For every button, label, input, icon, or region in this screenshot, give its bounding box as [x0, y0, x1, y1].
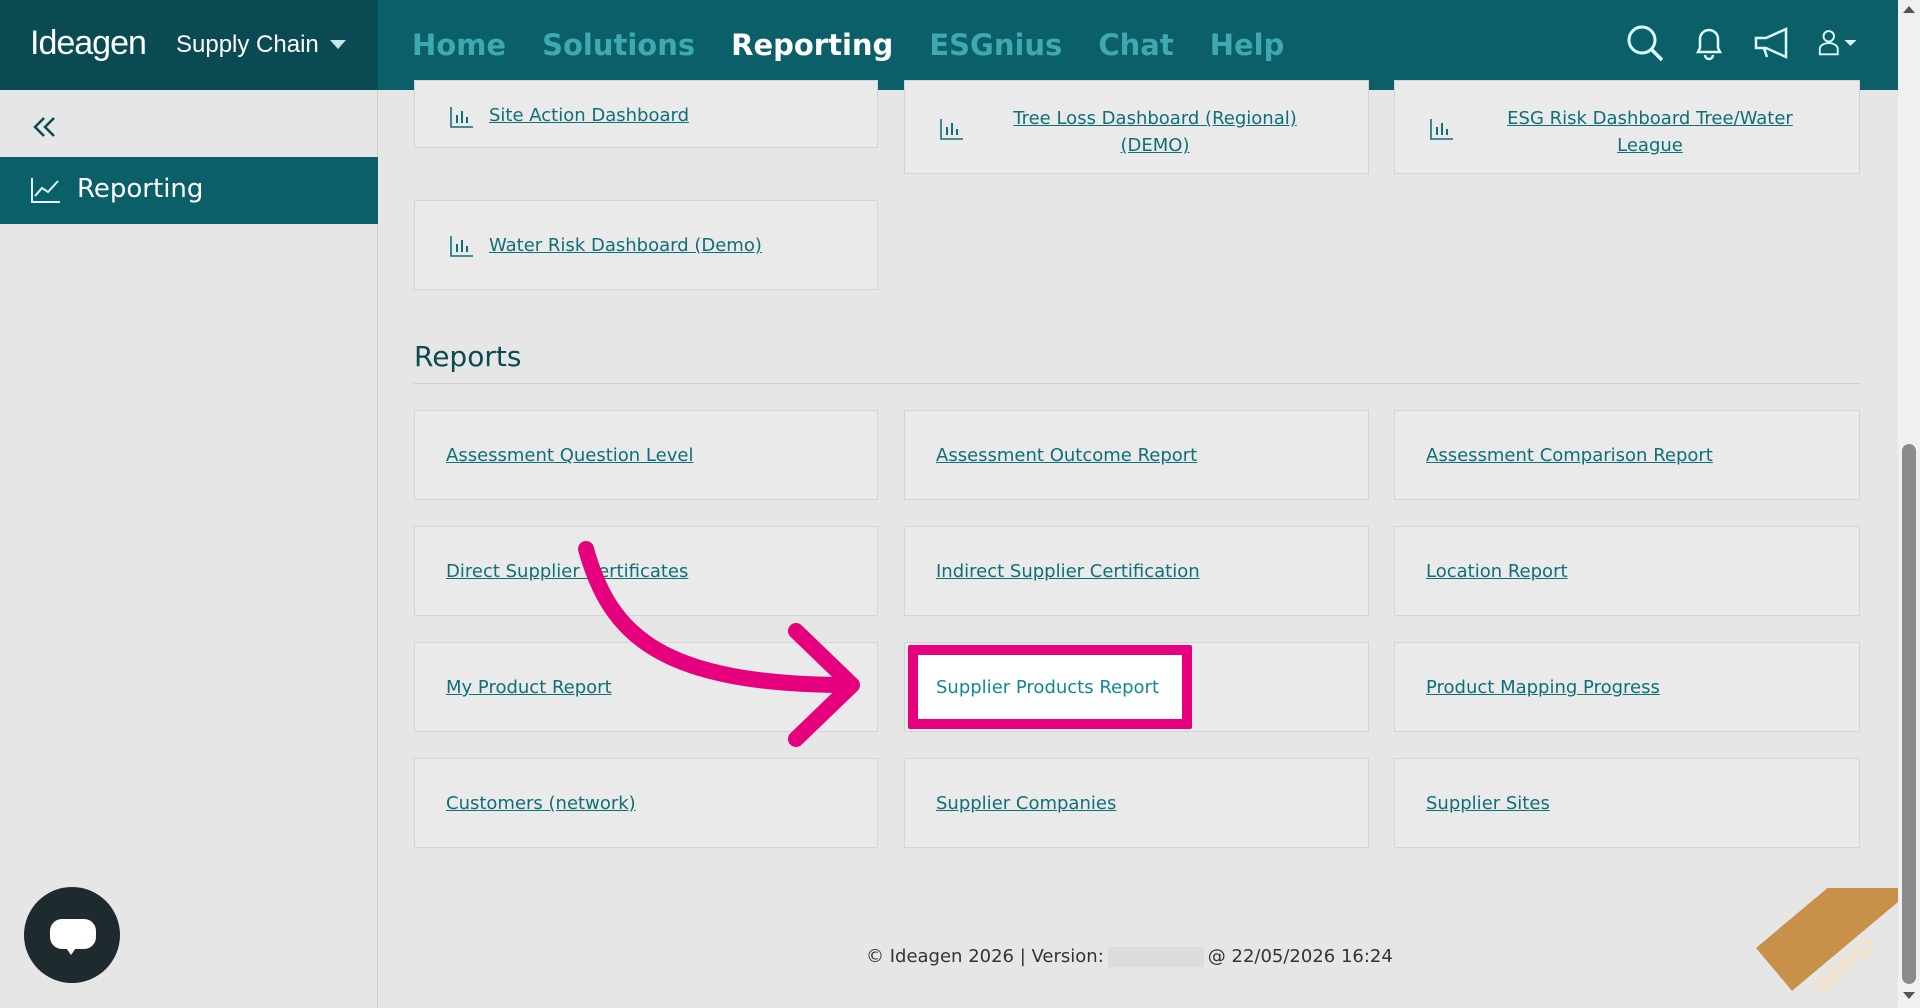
report-link[interactable]: Assessment Comparison Report — [1426, 445, 1713, 466]
sidebar: Reporting — [0, 90, 378, 1008]
report-card: Direct Supplier Certificates — [414, 526, 878, 616]
nav-solutions[interactable]: Solutions — [524, 0, 713, 90]
footer-timestamp: @ 22/05/2026 16:24 — [1207, 946, 1393, 967]
scroll-up-icon[interactable] — [1903, 6, 1915, 13]
user-menu-icon[interactable] — [1816, 22, 1872, 64]
divider — [414, 383, 1860, 384]
reports-heading: Reports — [414, 340, 522, 373]
bar-chart-icon — [449, 234, 475, 258]
main-content: Site Action Dashboard Tree Loss Dashboar… — [378, 80, 1898, 1008]
dashboard-card: ESG Risk Dashboard Tree/Water League — [1394, 80, 1860, 174]
sidebar-item-reporting[interactable]: Reporting — [0, 157, 378, 224]
report-card: Indirect Supplier Certification — [904, 526, 1369, 616]
report-link[interactable]: Assessment Question Level — [446, 445, 693, 466]
footer-copyright: © Ideagen 2026 | Version: — [866, 946, 1104, 967]
report-link[interactable]: Location Report — [1426, 561, 1568, 582]
bar-chart-icon — [939, 117, 965, 141]
chevron-down-icon[interactable] — [330, 40, 346, 49]
highlighted-report-card[interactable]: Supplier Products Report — [908, 645, 1192, 729]
footer: © Ideagen 2026 | Version: @ 22/05/2026 16… — [866, 946, 1393, 967]
report-card: Assessment Comparison Report — [1394, 410, 1860, 500]
report-card: My Product Report — [414, 642, 878, 732]
megaphone-icon[interactable] — [1752, 22, 1794, 64]
nav-home[interactable]: Home — [412, 0, 524, 90]
report-card: Location Report — [1394, 526, 1860, 616]
report-link-supplier-products[interactable]: Supplier Products Report — [936, 677, 1159, 698]
header-icons — [1624, 22, 1872, 64]
chart-line-icon — [30, 176, 62, 204]
bell-icon[interactable] — [1688, 22, 1730, 64]
report-card: Assessment Question Level — [414, 410, 878, 500]
dashboard-card: Water Risk Dashboard (Demo) — [414, 200, 878, 290]
report-link[interactable]: Direct Supplier Certificates — [446, 561, 688, 582]
version-redacted — [1107, 947, 1204, 967]
nav-reporting[interactable]: Reporting — [713, 0, 911, 90]
dashboard-card: Tree Loss Dashboard (Regional) (DEMO) — [904, 80, 1369, 174]
sidebar-item-label: Reporting — [77, 174, 204, 204]
report-link[interactable]: Supplier Sites — [1426, 793, 1550, 814]
main-nav: Home Solutions Reporting ESGnius Chat He… — [412, 0, 1302, 90]
demo-ribbon: DEMO — [1746, 888, 1898, 1008]
report-card: Assessment Outcome Report — [904, 410, 1369, 500]
report-card: Supplier Sites — [1394, 758, 1860, 848]
scroll-thumb[interactable] — [1902, 444, 1916, 984]
nav-help[interactable]: Help — [1192, 0, 1303, 90]
scroll-down-icon[interactable] — [1903, 992, 1915, 999]
report-link[interactable]: Product Mapping Progress — [1426, 677, 1660, 698]
brand-switcher[interactable]: Ideagen Supply Chain — [0, 0, 378, 90]
report-link[interactable]: Supplier Companies — [936, 793, 1116, 814]
report-link[interactable]: My Product Report — [446, 677, 612, 698]
report-link[interactable]: Assessment Outcome Report — [936, 445, 1197, 466]
nav-esgnius[interactable]: ESGnius — [911, 0, 1080, 90]
ideagen-logo: Ideagen — [30, 24, 147, 62]
dashboard-link[interactable]: ESG Risk Dashboard Tree/Water League — [1485, 105, 1815, 159]
chat-launcher-button[interactable] — [24, 887, 120, 983]
report-card: Supplier Companies — [904, 758, 1369, 848]
dashboard-link[interactable]: Tree Loss Dashboard (Regional) (DEMO) — [1005, 105, 1305, 159]
report-card: Product Mapping Progress — [1394, 642, 1860, 732]
nav-chat[interactable]: Chat — [1080, 0, 1191, 90]
bar-chart-icon — [449, 105, 475, 129]
dashboard-link[interactable]: Site Action Dashboard — [489, 105, 689, 126]
page-scrollbar[interactable] — [1898, 0, 1920, 1008]
product-name: Supply Chain — [176, 31, 319, 58]
top-bar: Ideagen Supply Chain Home Solutions Repo… — [0, 0, 1898, 90]
report-link[interactable]: Customers (network) — [446, 793, 636, 814]
chat-icon — [50, 919, 96, 955]
dashboard-card: Site Action Dashboard — [414, 80, 878, 148]
bar-chart-icon — [1429, 117, 1455, 141]
report-link[interactable]: Indirect Supplier Certification — [936, 561, 1200, 582]
collapse-sidebar-icon[interactable] — [30, 112, 60, 142]
dashboard-link[interactable]: Water Risk Dashboard (Demo) — [489, 235, 762, 256]
report-card: Customers (network) — [414, 758, 878, 848]
search-icon[interactable] — [1624, 22, 1666, 64]
